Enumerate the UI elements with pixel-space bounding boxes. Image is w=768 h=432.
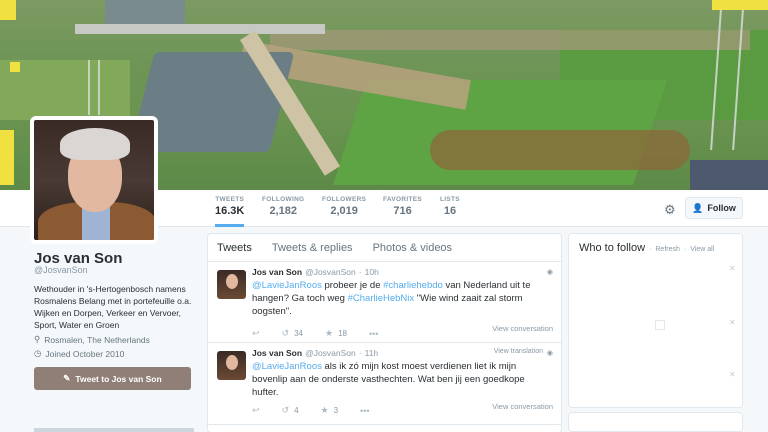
tab-tweets-replies[interactable]: Tweets & replies — [272, 242, 353, 254]
star-icon: ★ — [325, 328, 334, 338]
close-icon[interactable]: ✕ — [729, 318, 736, 327]
calendar-icon: ◷ — [34, 348, 42, 358]
refresh-link[interactable]: Refresh — [655, 246, 680, 253]
view-translation-link[interactable]: View translation — [494, 348, 543, 355]
profile-handle[interactable]: @JosvanSon — [34, 265, 88, 275]
reply-icon: ↩ — [252, 328, 260, 338]
compose-icon: ✎ — [63, 373, 71, 383]
checkbox[interactable] — [655, 320, 665, 330]
stat-following[interactable]: FOLLOWING 2,182 — [262, 196, 304, 217]
stat-tweets[interactable]: TWEETS 16.3K — [215, 196, 245, 227]
timeline: Tweets Tweets & replies Photos & videos … — [207, 233, 562, 432]
tweet-header: Jos van Son @JosvanSon · 10h — [252, 267, 379, 277]
tweet-more-icon[interactable]: ◉ — [547, 349, 553, 357]
add-user-icon: 👤 — [692, 202, 704, 213]
tweet-avatar[interactable] — [217, 270, 246, 299]
tweet-to-button[interactable]: ✎ Tweet to Jos van Son — [34, 367, 191, 390]
favorite-button[interactable]: ★ 3 — [321, 405, 339, 416]
more-icon: ••• — [360, 405, 370, 416]
retweet-button[interactable]: ↺ 34 — [282, 328, 303, 339]
reply-button[interactable]: ↩ — [252, 328, 260, 339]
profile-location: ⚲ Rosmalen, The Netherlands — [34, 334, 150, 345]
retweet-icon: ↺ — [281, 405, 290, 415]
follow-button[interactable]: 👤 Follow — [685, 197, 743, 219]
tweet-header: Jos van Son @JosvanSon · 11h — [252, 348, 379, 358]
retweet-button[interactable]: ↺ 4 — [282, 405, 299, 416]
tweet-text: @LavieJanRoos als ik zó mijn kost moest … — [252, 361, 525, 398]
close-icon[interactable]: ✕ — [729, 264, 736, 273]
tweet-actions: ↩ ↺ 34 ★ 18 ••• — [252, 328, 400, 339]
favorite-button[interactable]: ★ 18 — [325, 328, 347, 339]
stat-followers[interactable]: FOLLOWERS 2,019 — [322, 196, 366, 217]
view-conversation-link[interactable]: View conversation — [492, 402, 553, 411]
more-icon: ••• — [368, 328, 379, 339]
more-button[interactable]: ••• — [360, 406, 369, 416]
sidebar-card — [568, 412, 743, 432]
retweet-icon: ↺ — [281, 328, 290, 338]
gear-icon[interactable]: ⚙ — [664, 202, 676, 218]
who-to-follow-header: Who to follow · Refresh · View all — [579, 242, 715, 254]
tweet-actions: ↩ ↺ 4 ★ 3 ••• — [252, 405, 392, 416]
reply-icon: ↩ — [252, 405, 260, 415]
avatar[interactable] — [30, 116, 158, 244]
tweet-text: @LavieJanRoos probeer je de #charliehebd… — [252, 280, 531, 317]
stat-lists[interactable]: LISTS 16 — [440, 196, 460, 217]
tweet[interactable]: Jos van Son @JosvanSon · 11h View transl… — [208, 343, 561, 425]
divider — [34, 428, 194, 432]
reply-button[interactable]: ↩ — [252, 405, 260, 416]
tweet-avatar[interactable] — [217, 351, 246, 380]
close-icon[interactable]: ✕ — [729, 370, 736, 379]
view-conversation-link[interactable]: View conversation — [492, 324, 553, 333]
tweet[interactable]: Jos van Son @JosvanSon · 10h ◉ @LavieJan… — [208, 262, 561, 343]
profile-joined: ◷ Joined October 2010 — [34, 348, 125, 359]
tweet-more-icon[interactable]: ◉ — [547, 268, 553, 276]
profile-bio: Wethouder in 's-Hertogenbosch namens Ros… — [34, 284, 192, 330]
view-all-link[interactable]: View all — [690, 246, 714, 253]
timeline-tabs: Tweets Tweets & replies Photos & videos — [208, 234, 561, 262]
more-button[interactable]: ••• — [369, 329, 378, 339]
stat-favorites[interactable]: FAVORITES 716 — [383, 196, 422, 217]
star-icon: ★ — [320, 405, 329, 415]
tab-tweets[interactable]: Tweets — [217, 242, 252, 254]
tab-photos-videos[interactable]: Photos & videos — [373, 242, 453, 254]
location-icon: ⚲ — [34, 334, 41, 344]
